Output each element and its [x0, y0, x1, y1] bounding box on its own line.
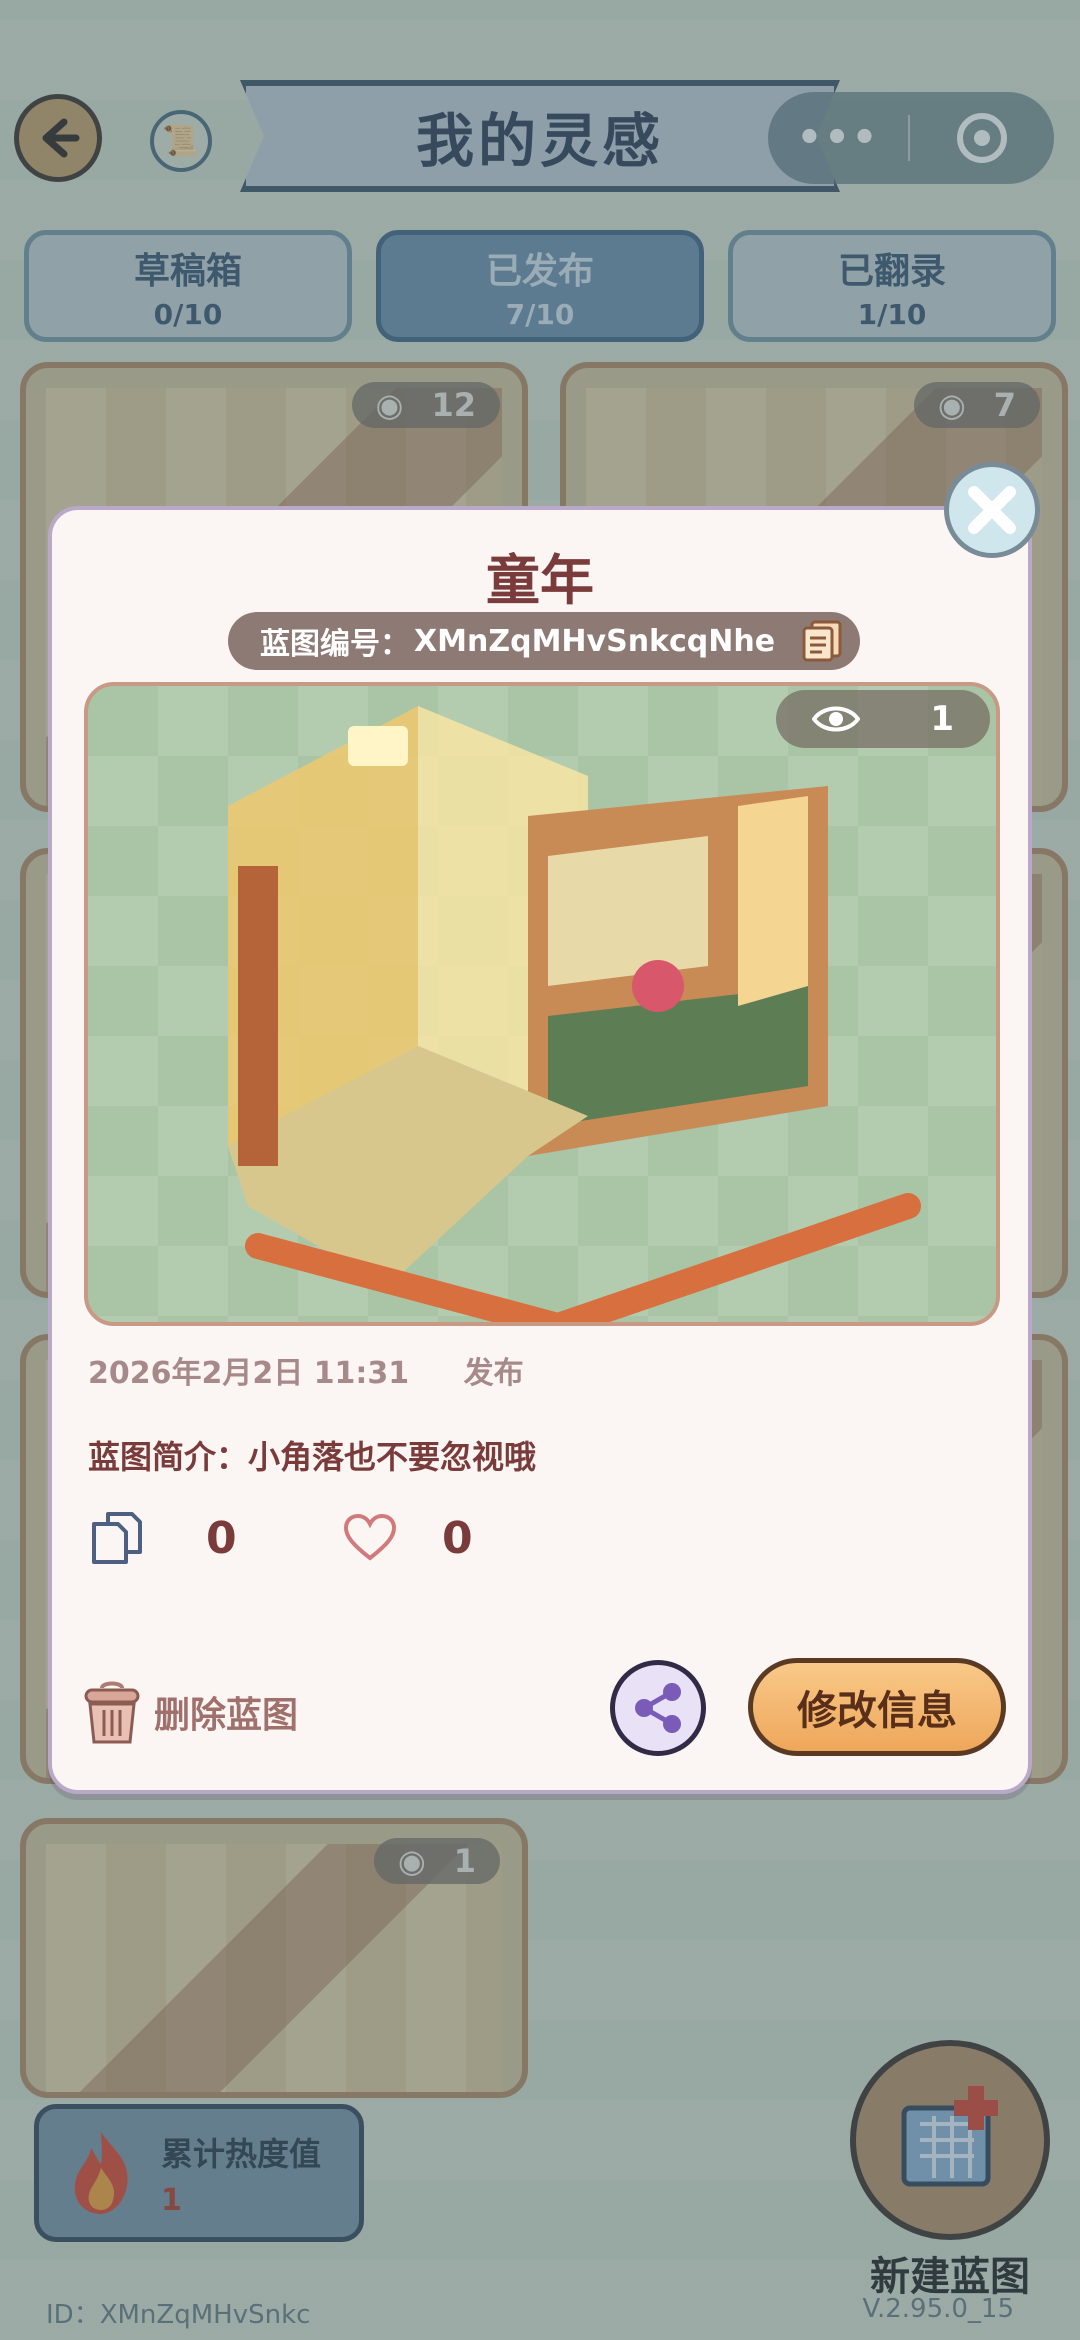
trash-icon [84, 1681, 140, 1744]
publish-status: 发布 [463, 1356, 524, 1391]
delete-blueprint-button[interactable]: 删除蓝图 [80, 1678, 298, 1746]
blueprint-title: 童年 [486, 549, 594, 612]
heart-icon[interactable] [342, 1510, 398, 1566]
publish-info: 2026年2月2日 11:31 发布 [88, 1348, 524, 1392]
copy-count: 0 [206, 1512, 237, 1564]
close-button[interactable] [944, 462, 1040, 558]
share-icon [635, 1683, 681, 1733]
close-icon [968, 486, 1016, 534]
view-count-badge: 1 [776, 690, 990, 748]
blueprint-detail-dialog: 童年 蓝图编号： XMnZqMHvSnkcqNhe 1 2026年2月2日 11… [48, 506, 1032, 1794]
edit-info-button[interactable]: 修改信息 [748, 1658, 1006, 1756]
eye-icon [812, 706, 860, 732]
blueprint-code: 蓝图编号： XMnZqMHvSnkcqNhe [228, 612, 860, 670]
blueprint-preview-image: 1 [84, 682, 1000, 1326]
publish-date: 2026年2月2日 11:31 [88, 1356, 410, 1391]
blueprint-stats: 0 0 [88, 1510, 502, 1566]
blueprint-description: 蓝图简介：小角落也不要忽视哦 [88, 1438, 537, 1476]
copy-code-icon[interactable] [800, 618, 846, 664]
room-illustration [228, 706, 921, 1322]
like-count: 0 [442, 1512, 473, 1564]
share-button[interactable] [610, 1660, 706, 1756]
copy-count-icon [92, 1512, 142, 1564]
